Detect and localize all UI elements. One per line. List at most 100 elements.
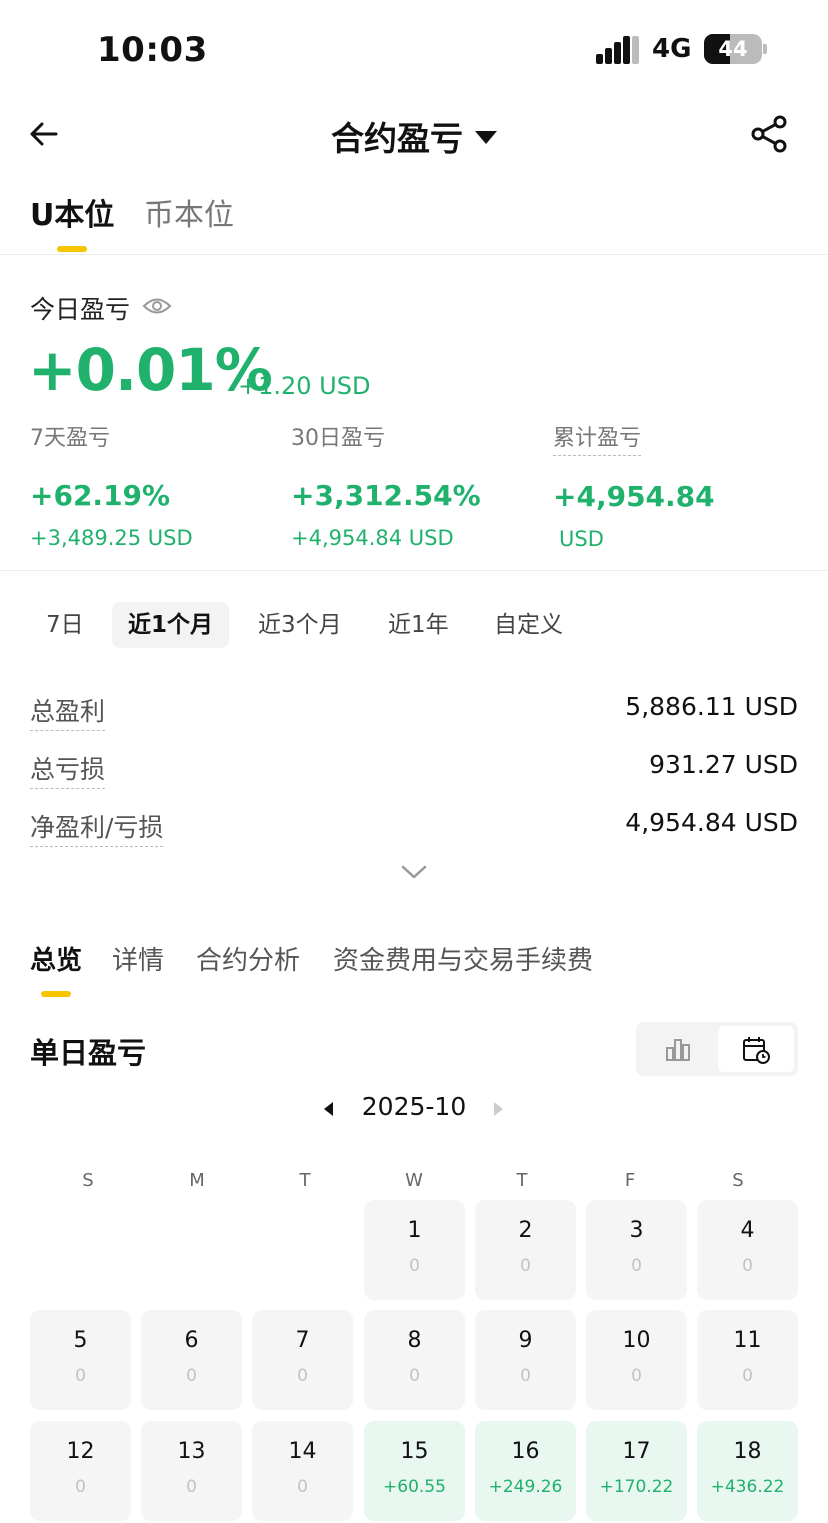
- day-pnl: 0: [409, 1366, 420, 1386]
- day-cell[interactable]: 10: [364, 1200, 465, 1300]
- tab-fees[interactable]: 资金费用与交易手续费: [333, 940, 593, 977]
- today-pnl-percent: +0.01%: [28, 336, 273, 404]
- weekday-label: F: [624, 1170, 636, 1191]
- range-tab-1m[interactable]: 近1个月: [112, 602, 230, 648]
- status-time: 10:03: [97, 30, 208, 70]
- range-tab-7d[interactable]: 7日: [30, 602, 100, 648]
- day-pnl: 0: [409, 1256, 420, 1276]
- share-icon[interactable]: [750, 114, 790, 154]
- weekday-label: T: [516, 1170, 528, 1191]
- day-cell[interactable]: 15 +60.55: [364, 1421, 465, 1521]
- title-dropdown[interactable]: 合约盈亏: [0, 112, 828, 160]
- day-number: 5: [73, 1328, 88, 1353]
- day-number: 13: [177, 1439, 206, 1464]
- day-cell[interactable]: 18 +436.22: [697, 1421, 798, 1521]
- summary-label[interactable]: 总盈利: [30, 692, 106, 731]
- stat-label[interactable]: 累计盈亏: [553, 420, 642, 456]
- day-number: 16: [511, 1439, 540, 1464]
- stat-label: 7天盈亏: [30, 426, 110, 451]
- stat-sub: USD: [559, 527, 604, 551]
- day-cell[interactable]: 50: [30, 1310, 131, 1410]
- next-month-icon[interactable]: [494, 1102, 503, 1116]
- day-cell[interactable]: 60: [141, 1310, 242, 1410]
- day-cell[interactable]: 70: [252, 1310, 353, 1410]
- day-cell[interactable]: 30: [586, 1200, 687, 1300]
- day-number: 9: [518, 1328, 533, 1353]
- day-cell[interactable]: 14 0: [252, 1421, 353, 1521]
- day-number: 18: [733, 1439, 762, 1464]
- status-bar: 10:03 4G 44: [0, 0, 828, 96]
- weekday-label: W: [405, 1170, 423, 1191]
- battery-percent: 44: [718, 37, 748, 61]
- bar-chart-view-button[interactable]: [640, 1026, 716, 1072]
- day-pnl: 0: [186, 1477, 197, 1497]
- summary-net-pnl: 净盈利/亏损 4,954.84 USD: [30, 808, 798, 848]
- stat-label: 30日盈亏: [291, 426, 385, 451]
- tab-contract-analysis[interactable]: 合约分析: [196, 940, 300, 977]
- battery-cap: [763, 44, 767, 54]
- tab-overview[interactable]: 总览: [30, 940, 82, 977]
- day-cell[interactable]: 11 0: [697, 1310, 798, 1410]
- day-number: 8: [407, 1328, 422, 1353]
- stat-value: +4,954.84: [553, 480, 715, 513]
- day-cell[interactable]: 40: [697, 1200, 798, 1300]
- daily-pnl-title: 单日盈亏: [30, 1036, 147, 1070]
- stat-cumulative[interactable]: 累计盈亏 +4,954.84 USD: [553, 420, 715, 551]
- divider: [0, 570, 828, 571]
- day-number: 1: [407, 1218, 422, 1243]
- battery-icon: 44: [704, 34, 762, 64]
- day-pnl: 0: [297, 1366, 308, 1386]
- day-number: 15: [400, 1439, 429, 1464]
- summary-value: 5,886.11 USD: [625, 692, 798, 721]
- range-tab-1y[interactable]: 近1年: [372, 602, 465, 648]
- network-type: 4G: [652, 34, 692, 64]
- day-pnl: 0: [520, 1366, 531, 1386]
- day-cell[interactable]: 16 +249.26: [475, 1421, 576, 1521]
- stat-30d: 30日盈亏 +3,312.54% +4,954.84 USD: [291, 420, 481, 550]
- day-pnl: 0: [742, 1366, 753, 1386]
- day-cell[interactable]: 17 +170.22: [586, 1421, 687, 1521]
- calendar-view-button[interactable]: [718, 1026, 794, 1072]
- day-pnl: 0: [75, 1477, 86, 1497]
- day-pnl: +170.22: [599, 1477, 674, 1497]
- day-pnl: 0: [186, 1366, 197, 1386]
- day-number: 14: [288, 1439, 317, 1464]
- day-cell[interactable]: 20: [475, 1200, 576, 1300]
- day-number: 11: [733, 1328, 762, 1353]
- tab-coin-margined[interactable]: 币本位: [144, 190, 234, 234]
- day-pnl: 0: [631, 1256, 642, 1276]
- range-tab-custom[interactable]: 自定义: [478, 602, 579, 648]
- weekday-label: S: [732, 1170, 744, 1191]
- today-pnl-label: 今日盈亏: [30, 295, 131, 324]
- day-number: 4: [740, 1218, 755, 1243]
- day-cell[interactable]: 13 0: [141, 1421, 242, 1521]
- eye-icon[interactable]: [142, 294, 172, 318]
- active-tab-indicator: [41, 991, 71, 997]
- range-tab-3m[interactable]: 近3个月: [242, 602, 358, 648]
- tab-u-margined[interactable]: U本位: [30, 190, 114, 234]
- today-pnl-usd: +1.20 USD: [238, 372, 371, 400]
- range-tabs: 7日 近1个月 近3个月 近1年 自定义: [0, 602, 828, 650]
- day-cell[interactable]: 10 0: [586, 1310, 687, 1410]
- day-cell[interactable]: 12 0: [30, 1421, 131, 1521]
- stat-value: +62.19%: [30, 479, 171, 512]
- day-cell[interactable]: 90: [475, 1310, 576, 1410]
- summary-value: 4,954.84 USD: [625, 808, 798, 837]
- tab-details[interactable]: 详情: [112, 940, 164, 977]
- stat-sub: +4,954.84 USD: [291, 526, 454, 550]
- summary-label[interactable]: 净盈利/亏损: [30, 808, 164, 847]
- calendar-icon: [743, 1037, 770, 1064]
- day-pnl: 0: [297, 1477, 308, 1497]
- month-nav: 2025-10: [0, 1090, 828, 1130]
- day-cell[interactable]: 80: [364, 1310, 465, 1410]
- day-pnl: +436.22: [710, 1477, 785, 1497]
- month-label: 2025-10: [361, 1092, 467, 1121]
- day-pnl: 0: [631, 1366, 642, 1386]
- stat-value: +3,312.54%: [291, 479, 481, 512]
- chevron-down-icon[interactable]: [400, 862, 428, 882]
- summary-label[interactable]: 总亏损: [30, 750, 106, 789]
- page-title: 合约盈亏: [331, 119, 463, 158]
- weekday-label: S: [82, 1170, 94, 1191]
- summary-total-profit: 总盈利 5,886.11 USD: [30, 692, 798, 732]
- signal-icon: [596, 36, 640, 64]
